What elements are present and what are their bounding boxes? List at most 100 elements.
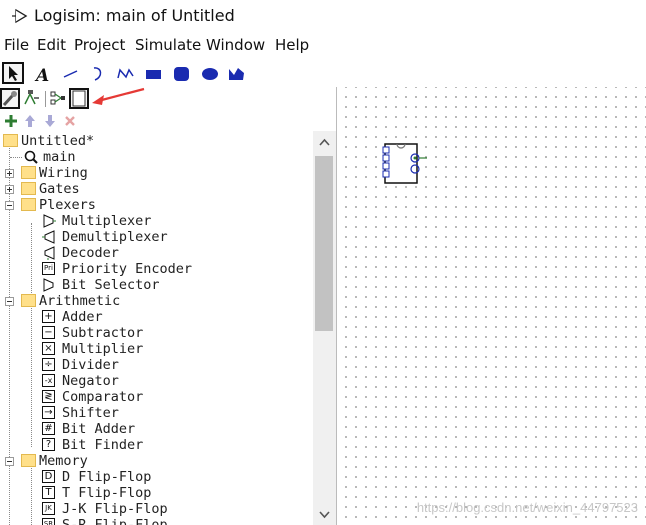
tree-label: Gates [39, 181, 80, 197]
rounded-rectangle-tool-button[interactable] [171, 63, 193, 85]
tree-label: main [43, 149, 76, 165]
tree-label: D Flip-Flop [62, 469, 152, 485]
tree-item-multiplier[interactable]: × Multiplier [0, 341, 313, 357]
arrow-pointer-icon [9, 66, 18, 81]
project-toolbar [0, 111, 336, 131]
poke-tool-button[interactable] [2, 62, 24, 84]
magnifier-icon [24, 150, 38, 164]
tree-label: T Flip-Flop [62, 485, 152, 501]
menu-window[interactable]: Window [206, 36, 265, 54]
tree-label: Shifter [62, 405, 119, 421]
tree-item-bit-adder[interactable]: # Bit Adder [0, 421, 313, 437]
tree-label: Bit Finder [62, 437, 144, 453]
edit-layout-button[interactable] [0, 88, 20, 109]
expand-icon[interactable] [5, 185, 14, 194]
annotation-arrow-icon [92, 87, 145, 105]
menu-bar: File Edit Project Simulate Window Help [0, 36, 646, 58]
tree-label: Comparator [62, 389, 144, 405]
polygon-tool-button[interactable] [226, 63, 248, 85]
tree-item-negator[interactable]: -x Negator [0, 373, 313, 389]
delete-icon[interactable] [64, 115, 76, 127]
shifter-icon: → [42, 406, 55, 419]
appearance-canvas[interactable]: https://blog.csdn.net/weixin_44797523 [336, 87, 646, 525]
polyline-icon [117, 68, 134, 79]
subtractor-icon: − [42, 326, 55, 339]
edit-circuit-layout-button[interactable] [48, 88, 70, 110]
rectangle-tool-button[interactable] [143, 63, 165, 85]
chevron-down-icon[interactable] [319, 511, 330, 519]
tree-item-bit-selector[interactable]: Bit Selector [0, 277, 313, 293]
polyline-tool-button[interactable] [115, 63, 137, 85]
simulate-button[interactable] [22, 88, 44, 110]
tree-item-t-flip-flop[interactable]: T T Flip-Flop [0, 485, 313, 501]
add-icon[interactable] [4, 114, 18, 128]
tree-item-adder[interactable]: + Adder [0, 309, 313, 325]
tree-label: Priority Encoder [62, 261, 193, 277]
tree-item-priority-encoder[interactable]: Pri Priority Encoder [0, 261, 313, 277]
collapse-icon[interactable] [5, 457, 14, 466]
oval-tool-button[interactable] [199, 63, 221, 85]
negator-icon: -x [42, 374, 55, 387]
circuit-appearance-icon[interactable] [381, 141, 431, 187]
line-tool-button[interactable] [60, 63, 82, 85]
adder-icon: + [42, 310, 55, 323]
circuit-layout-icon [50, 91, 65, 105]
folder-icon [3, 134, 18, 147]
tree-item-divider[interactable]: ÷ Divider [0, 357, 313, 373]
tree-label: Bit Adder [62, 421, 136, 437]
expand-icon[interactable] [5, 169, 14, 178]
tree-item-wiring[interactable]: Wiring [0, 165, 313, 181]
edit-appearance-button[interactable] [69, 88, 89, 109]
tree-label: Decoder [62, 245, 119, 261]
tree-item-arithmetic[interactable]: Arithmetic [0, 293, 313, 309]
tree-label: Multiplier [62, 341, 144, 357]
menu-help[interactable]: Help [275, 36, 309, 54]
jk-flip-flop-icon: JK [42, 502, 55, 515]
menu-file[interactable]: File [4, 36, 29, 54]
appearance-icon [72, 90, 86, 107]
tree-item-memory[interactable]: Memory [0, 453, 313, 469]
tree-label: Negator [62, 373, 119, 389]
multiplier-icon: × [42, 342, 55, 355]
priority-encoder-icon: Pri [42, 262, 55, 275]
scroll-thumb[interactable] [315, 156, 333, 331]
tree-item-subtractor[interactable]: − Subtractor [0, 325, 313, 341]
tree-item-shifter[interactable]: → Shifter [0, 405, 313, 421]
tree-item-sr-flip-flop[interactable]: SR S-R Flip-Flop [0, 517, 313, 525]
tree-label: Multiplexer [62, 213, 152, 229]
divider-icon: ÷ [42, 358, 55, 371]
drawing-toolbar: A [0, 61, 646, 87]
tree-scrollbar[interactable] [313, 131, 336, 525]
chevron-up-icon[interactable] [319, 138, 330, 146]
tree-item-multiplexer[interactable]: Multiplexer [0, 213, 313, 229]
tree-label: Subtractor [62, 325, 144, 341]
tree-item-decoder[interactable]: Decoder [0, 245, 313, 261]
menu-project[interactable]: Project [74, 36, 125, 54]
tree-item-main[interactable]: main [0, 149, 313, 165]
tree-item-demultiplexer[interactable]: Demultiplexer [0, 229, 313, 245]
tree-item-plexers[interactable]: Plexers [0, 197, 313, 213]
rectangle-icon [146, 70, 161, 79]
text-tool-button[interactable]: A [32, 63, 54, 86]
watermark-text: https://blog.csdn.net/weixin_44797523 [416, 500, 638, 515]
menu-edit[interactable]: Edit [37, 36, 66, 54]
menu-simulate[interactable]: Simulate [135, 36, 201, 54]
tree-label: Demultiplexer [62, 229, 168, 245]
tree-item-root[interactable]: Untitled* [0, 133, 313, 149]
collapse-icon[interactable] [5, 297, 14, 306]
folder-icon [21, 294, 36, 307]
tree-item-jk-flip-flop[interactable]: JK J-K Flip-Flop [0, 501, 313, 517]
move-up-icon[interactable] [24, 114, 36, 128]
tree-item-comparator[interactable]: ≷ Comparator [0, 389, 313, 405]
wrench-icon [2, 91, 17, 107]
decoder-icon [44, 246, 55, 260]
demultiplexer-icon [42, 230, 55, 244]
tree-item-d-flip-flop[interactable]: D D Flip-Flop [0, 469, 313, 485]
tree-item-bit-finder[interactable]: ? Bit Finder [0, 437, 313, 453]
curve-tool-button[interactable] [88, 63, 110, 85]
move-down-icon[interactable] [44, 114, 56, 128]
tree-item-gates[interactable]: Gates [0, 181, 313, 197]
polygon-icon [229, 68, 244, 80]
collapse-icon[interactable] [5, 201, 14, 210]
simulate-icon [24, 90, 39, 105]
